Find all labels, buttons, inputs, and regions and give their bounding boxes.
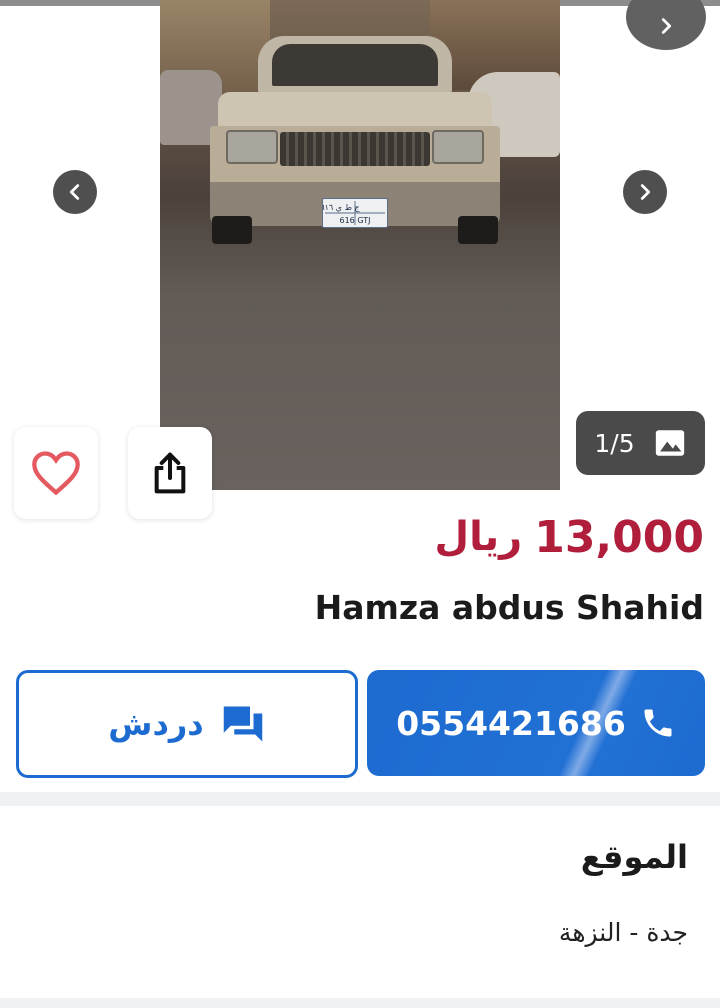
section-divider <box>0 792 720 806</box>
call-button[interactable]: 0554421686 <box>367 670 705 776</box>
gallery-next-button[interactable] <box>623 170 667 214</box>
gallery-prev-button[interactable] <box>53 170 97 214</box>
listing-photo[interactable]: ج ط ي ٦١٦ 616 GTJ <box>160 0 560 490</box>
chevron-right-icon <box>661 18 672 34</box>
photo-counter-text: 1/5 <box>594 428 635 458</box>
top-next-button[interactable] <box>626 0 706 50</box>
heart-icon <box>32 451 80 496</box>
truck-grille <box>280 132 430 166</box>
phone-icon <box>644 709 672 737</box>
truck-headlight-left <box>226 130 278 164</box>
location-title: الموقع <box>580 838 688 876</box>
location-value: جدة - النزهة <box>558 918 688 947</box>
truck-headlight-right <box>432 130 484 164</box>
chat-button-label: دردش <box>108 705 204 743</box>
plate-text-line1: ج ط ي ٦١٦ <box>323 203 361 212</box>
license-plate: ج ط ي ٦١٦ 616 GTJ <box>320 198 388 228</box>
pickup-truck: ج ط ي ٦١٦ 616 GTJ <box>210 36 500 244</box>
truck-tire-right <box>458 216 498 244</box>
chat-icon <box>223 706 262 742</box>
price-amount: 13,000 <box>534 511 704 563</box>
photo-counter[interactable]: 1/5 <box>576 411 705 475</box>
section-divider-bottom <box>0 998 720 1008</box>
image-icon <box>655 430 684 456</box>
chevron-left-icon <box>69 184 80 200</box>
phone-number: 0554421686 <box>396 703 626 743</box>
truck-windshield <box>272 44 438 86</box>
price-currency: ريال <box>434 514 523 560</box>
price: ريال 13,000 <box>434 507 704 567</box>
truck-tire-left <box>212 216 252 244</box>
share-icon <box>154 452 186 494</box>
share-button[interactable] <box>128 427 212 519</box>
chevron-right-icon <box>640 184 651 200</box>
truck-hood <box>218 92 492 130</box>
seller-name: Hamza abdus Shahid <box>314 588 704 627</box>
plate-text-line2: 616 GTJ <box>340 216 371 225</box>
chat-button[interactable]: دردش <box>16 670 358 778</box>
favorite-button[interactable] <box>14 427 98 519</box>
